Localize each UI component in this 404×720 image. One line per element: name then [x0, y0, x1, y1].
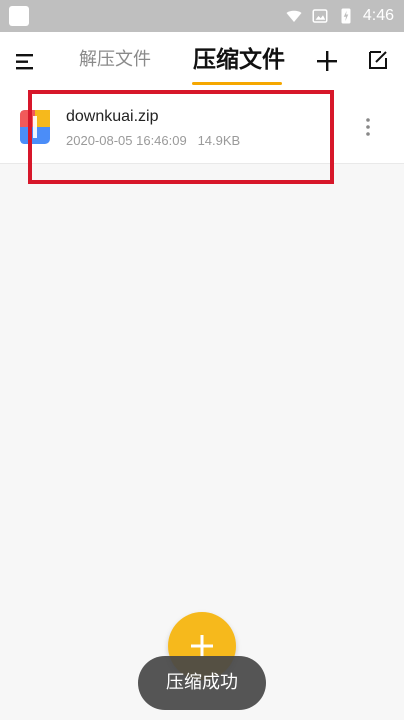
tab-decompress[interactable]: 解压文件 — [72, 44, 158, 82]
file-name: downkuai.zip — [66, 108, 159, 125]
battery-icon — [341, 8, 351, 24]
more-vert-icon[interactable] — [358, 116, 378, 138]
photo-icon — [312, 9, 328, 23]
file-meta: 2020-08-05 16:46:09 14.9KB — [66, 133, 240, 148]
wifi-icon — [286, 10, 302, 22]
menu-icon[interactable] — [12, 49, 38, 75]
file-date: 2020-08-05 16:46:09 — [66, 133, 187, 148]
toast-message: 压缩成功 — [138, 656, 266, 710]
app-bar: 解压文件 压缩文件 — [0, 32, 404, 90]
status-time: 4:46 — [362, 7, 394, 24]
status-bar: 4:46 — [0, 0, 404, 32]
add-icon[interactable] — [314, 48, 340, 74]
file-size: 14.9KB — [197, 133, 241, 148]
status-right: 4:46 — [285, 0, 394, 32]
zip-file-icon — [20, 110, 50, 144]
file-list: downkuai.zip 2020-08-05 16:46:09 14.9KB — [0, 90, 404, 164]
tab-indicator — [192, 82, 282, 85]
notification-icon — [9, 6, 29, 26]
edit-icon[interactable] — [366, 48, 390, 72]
tab-compress[interactable]: 压缩文件 — [188, 44, 290, 82]
